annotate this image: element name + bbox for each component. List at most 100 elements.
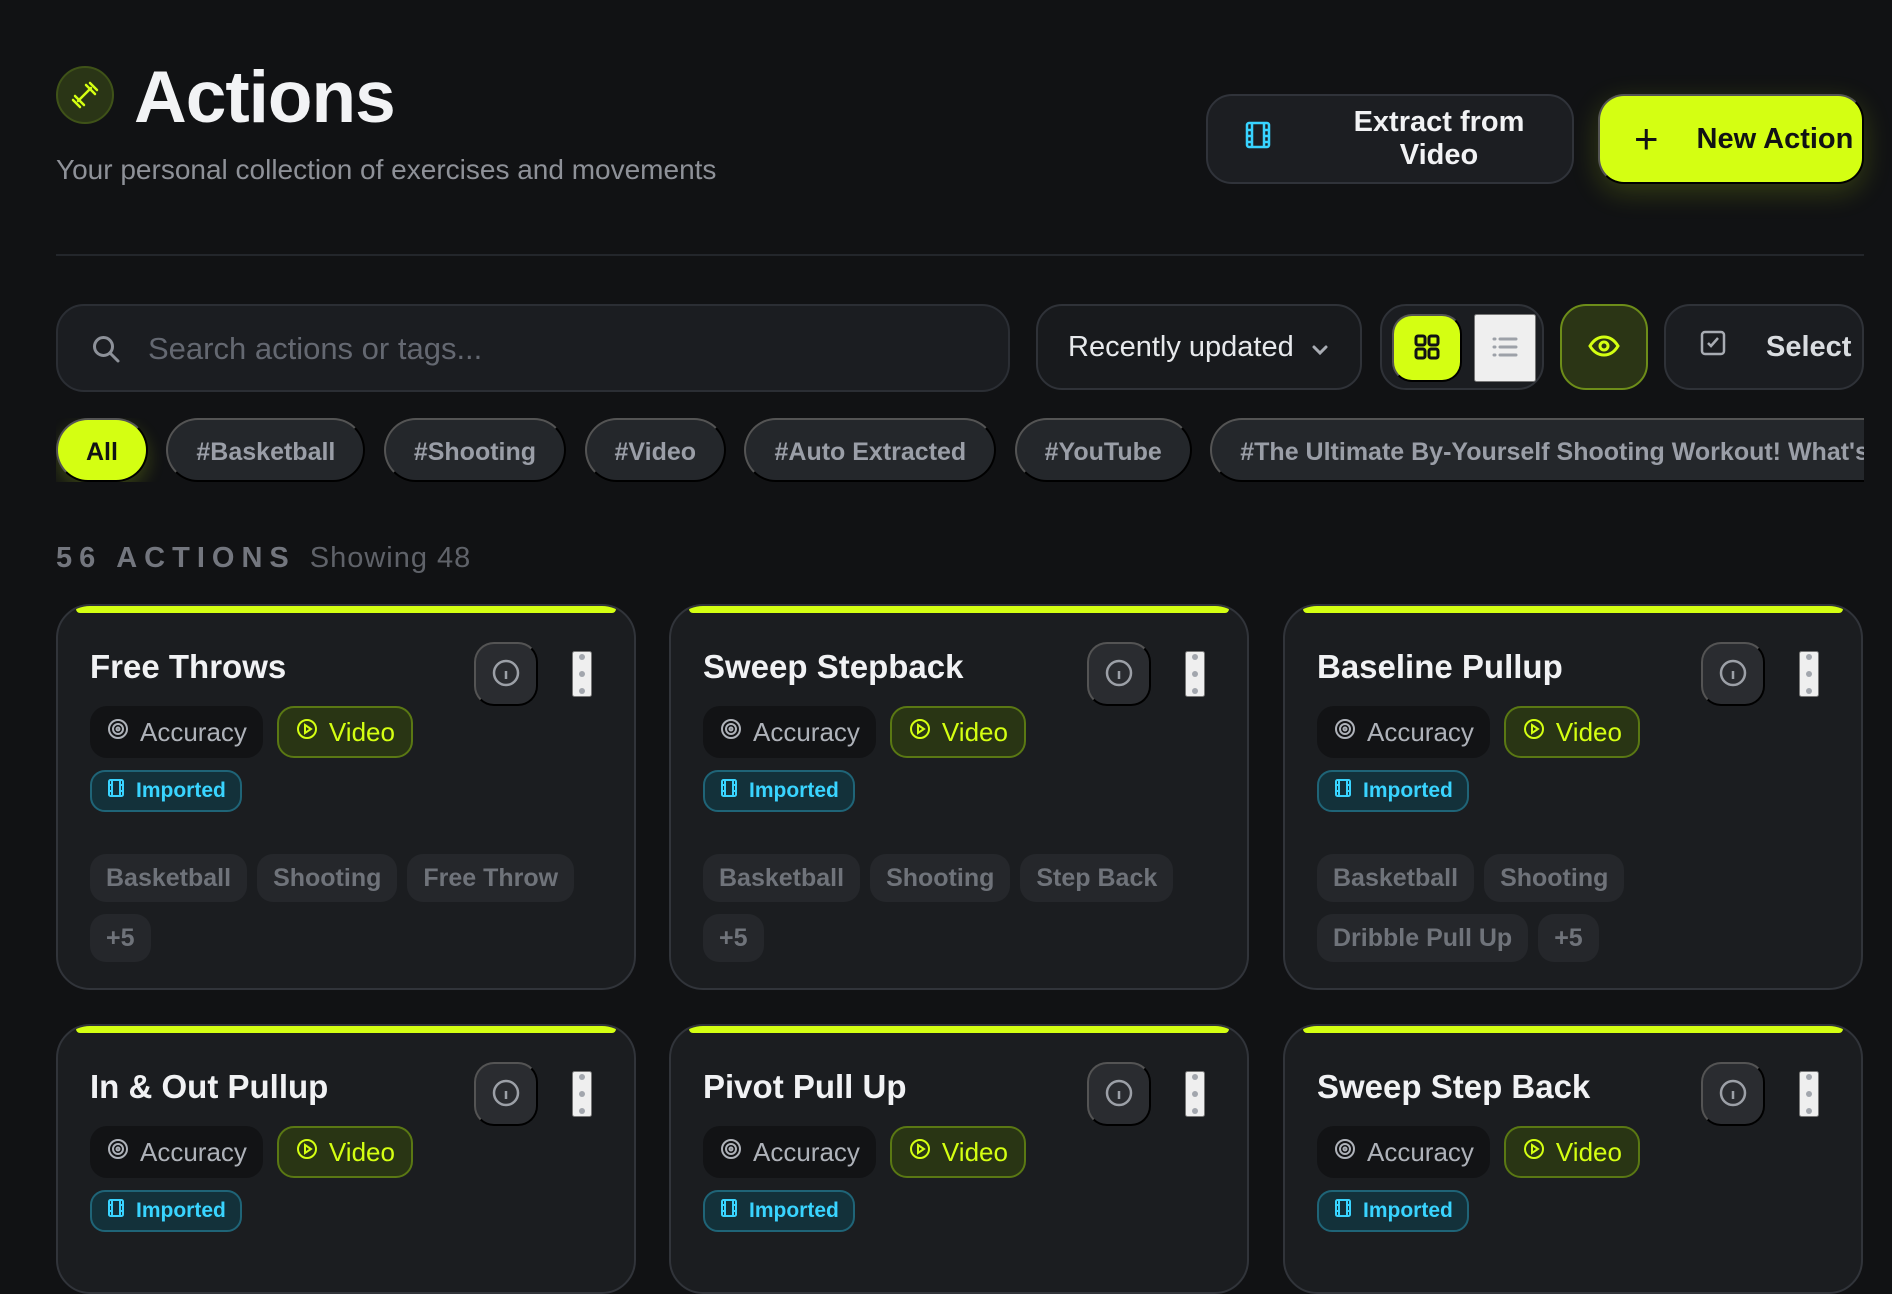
filter-chip-auto-extracted[interactable]: #Auto Extracted — [744, 418, 997, 482]
actions-summary: 56 ACTIONS Showing 48 — [56, 542, 471, 575]
video-badge: Video — [1503, 1126, 1640, 1178]
page-title: Actions — [134, 57, 396, 138]
list-icon — [1489, 331, 1521, 366]
film-icon — [1333, 778, 1353, 804]
target-icon — [1333, 717, 1357, 748]
more-options-button[interactable] — [1799, 651, 1819, 697]
extract-from-video-label: Extract from Video — [1353, 106, 1525, 171]
tag-chip[interactable]: Shooting — [870, 854, 1011, 902]
video-badge: Video — [1503, 706, 1640, 758]
target-icon — [106, 1137, 130, 1168]
filter-chip-workout-title[interactable]: #The Ultimate By-Yourself Shooting Worko… — [1210, 418, 1864, 482]
action-card-title: Free Throws — [90, 648, 287, 685]
play-circle-icon — [1522, 717, 1546, 748]
imported-badge: Imported — [703, 770, 855, 812]
plus-icon: + — [1634, 115, 1659, 162]
card-badges: Accuracy Video — [1317, 706, 1654, 758]
visibility-toggle-button[interactable] — [1560, 304, 1648, 390]
more-tags-chip[interactable]: +5 — [90, 914, 151, 962]
search-icon — [90, 333, 122, 370]
info-icon — [1718, 658, 1748, 691]
info-icon — [1104, 1078, 1134, 1111]
more-options-button[interactable] — [1185, 1071, 1205, 1117]
sort-dropdown[interactable]: Recently updated — [1036, 304, 1362, 390]
info-button[interactable] — [474, 642, 538, 706]
filter-chip-youtube[interactable]: #YouTube — [1014, 418, 1192, 482]
info-icon — [1718, 1078, 1748, 1111]
info-button[interactable] — [1087, 642, 1151, 706]
info-button[interactable] — [474, 1062, 538, 1126]
film-icon — [719, 1198, 739, 1224]
search-input[interactable] — [146, 324, 970, 374]
card-badges: Accuracy Video — [703, 706, 1040, 758]
action-card-title: Sweep Step Back — [1317, 1068, 1591, 1105]
info-button[interactable] — [1701, 1062, 1765, 1126]
target-icon — [1333, 1137, 1357, 1168]
tag-chip[interactable]: Free Throw — [407, 854, 575, 902]
card-badges: Accuracy Video — [703, 1126, 1040, 1178]
imported-badge: Imported — [90, 770, 242, 812]
toolbar: Recently updated — [56, 304, 1864, 392]
accuracy-badge: Accuracy — [90, 706, 263, 758]
tag-chip[interactable]: Basketball — [1317, 854, 1475, 902]
action-card[interactable]: Pivot Pull Up Accuracy Video Imported — [669, 1024, 1249, 1294]
grid-view-button[interactable] — [1392, 314, 1462, 382]
info-button[interactable] — [1701, 642, 1765, 706]
card-tags: Basketball Shooting Dribble Pull Up +5 — [1317, 854, 1827, 974]
action-card-title: Pivot Pull Up — [703, 1068, 907, 1105]
tag-chip[interactable]: Shooting — [257, 854, 398, 902]
select-button[interactable]: Select — [1664, 304, 1864, 390]
card-badges: Accuracy Video — [1317, 1126, 1654, 1178]
more-tags-chip[interactable]: +5 — [1538, 914, 1599, 962]
target-icon — [719, 717, 743, 748]
eye-icon — [1587, 329, 1621, 366]
tag-chip[interactable]: Basketball — [703, 854, 861, 902]
filter-chip-basketball[interactable]: #Basketball — [166, 418, 366, 482]
list-view-button[interactable] — [1474, 314, 1536, 382]
more-options-button[interactable] — [1799, 1071, 1819, 1117]
action-card[interactable]: Sweep Step Back Accuracy Video Imported — [1283, 1024, 1863, 1294]
accuracy-badge: Accuracy — [703, 706, 876, 758]
film-icon — [106, 778, 126, 804]
action-card[interactable]: Sweep Stepback Accuracy Video Imported B… — [669, 604, 1249, 990]
action-card-title: Sweep Stepback — [703, 648, 964, 685]
film-icon — [719, 778, 739, 804]
action-card[interactable]: Baseline Pullup Accuracy Video Imported … — [1283, 604, 1863, 990]
info-button[interactable] — [1087, 1062, 1151, 1126]
tag-chip[interactable]: Basketball — [90, 854, 248, 902]
target-icon — [106, 717, 130, 748]
tag-chip[interactable]: Shooting — [1484, 854, 1625, 902]
video-badge: Video — [889, 1126, 1026, 1178]
play-circle-icon — [908, 1137, 932, 1168]
accuracy-badge: Accuracy — [703, 1126, 876, 1178]
more-options-button[interactable] — [572, 651, 592, 697]
action-card[interactable]: Free Throws Accuracy Video Imported Bask… — [56, 604, 636, 990]
film-icon — [1242, 119, 1274, 159]
filter-chip-all[interactable]: All — [56, 418, 148, 482]
more-options-button[interactable] — [572, 1071, 592, 1117]
imported-badge: Imported — [1317, 770, 1469, 812]
more-options-button[interactable] — [1185, 651, 1205, 697]
imported-badge: Imported — [703, 1190, 855, 1232]
accuracy-badge: Accuracy — [90, 1126, 263, 1178]
action-card[interactable]: In & Out Pullup Accuracy Video Imported — [56, 1024, 636, 1294]
filter-chip-shooting[interactable]: #Shooting — [383, 418, 567, 482]
accuracy-badge: Accuracy — [1317, 706, 1490, 758]
card-badges: Accuracy Video — [90, 706, 427, 758]
video-badge: Video — [276, 706, 413, 758]
film-icon — [1333, 1198, 1353, 1224]
tag-chip[interactable]: Step Back — [1020, 854, 1174, 902]
tag-chip[interactable]: Dribble Pull Up — [1317, 914, 1529, 962]
grid-icon — [1411, 331, 1443, 366]
filter-chip-video[interactable]: #Video — [584, 418, 727, 482]
play-circle-icon — [295, 1137, 319, 1168]
play-circle-icon — [1522, 1137, 1546, 1168]
extract-from-video-button[interactable]: Extract from Video — [1206, 94, 1574, 184]
search-box[interactable] — [56, 304, 1010, 392]
new-action-button[interactable]: + New Action — [1598, 94, 1864, 184]
more-tags-chip[interactable]: +5 — [703, 914, 764, 962]
action-card-title: Baseline Pullup — [1317, 648, 1563, 685]
target-icon — [719, 1137, 743, 1168]
film-icon — [106, 1198, 126, 1224]
card-badges: Accuracy Video — [90, 1126, 427, 1178]
